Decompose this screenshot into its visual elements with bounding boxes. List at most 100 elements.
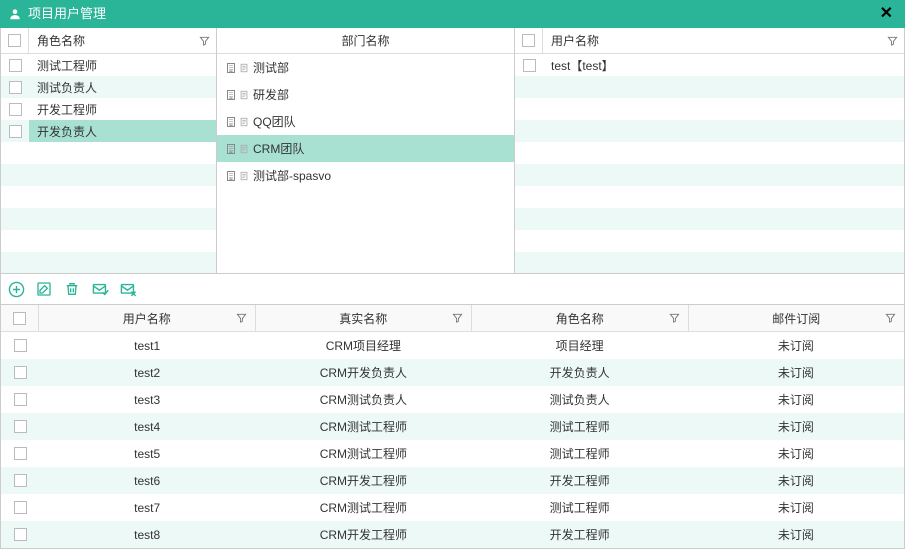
role-row bbox=[1, 208, 216, 230]
role-row-checkbox[interactable] bbox=[9, 103, 22, 116]
role-select-all-checkbox[interactable] bbox=[8, 34, 21, 47]
filter-icon[interactable] bbox=[885, 313, 896, 324]
role-row[interactable]: 开发负责人 bbox=[1, 120, 216, 142]
grid-header: 用户名称 真实名称 角色名称 邮件订阅 bbox=[1, 305, 904, 332]
role-row-checkbox-cell bbox=[1, 142, 29, 164]
grid-cell-mail: 未订阅 bbox=[688, 386, 904, 413]
building-icon bbox=[225, 62, 237, 74]
dept-item-label: CRM团队 bbox=[253, 140, 304, 157]
mail-check-button[interactable] bbox=[91, 280, 109, 298]
top-panels: 角色名称 测试工程师测试负责人开发工程师开发负责人 部门名称 测试部研发部QQ团… bbox=[0, 28, 905, 274]
dept-tree-item[interactable]: QQ团队 bbox=[217, 108, 514, 135]
grid-col-real[interactable]: 真实名称 bbox=[256, 305, 473, 331]
document-icon bbox=[239, 117, 249, 127]
grid-row-checkbox[interactable] bbox=[14, 420, 27, 433]
filter-icon[interactable] bbox=[199, 35, 210, 46]
document-icon bbox=[239, 144, 249, 154]
role-row[interactable]: 测试工程师 bbox=[1, 54, 216, 76]
role-header-label-cell[interactable]: 角色名称 bbox=[29, 28, 216, 53]
window-titlebar: 项目用户管理 ✕ bbox=[0, 0, 905, 28]
table-row[interactable]: test8CRM开发工程师开发工程师未订阅 bbox=[1, 521, 904, 548]
grid-cell-mail: 未订阅 bbox=[688, 440, 904, 467]
grid-cell-mail: 未订阅 bbox=[688, 413, 904, 440]
grid-row-checkbox[interactable] bbox=[14, 474, 27, 487]
user-row bbox=[515, 98, 904, 120]
grid-row-checkbox-cell bbox=[1, 386, 39, 413]
grid-row-checkbox[interactable] bbox=[14, 447, 27, 460]
role-header-label: 角色名称 bbox=[37, 32, 85, 49]
grid-cell-role: 测试工程师 bbox=[472, 494, 688, 521]
role-list: 测试工程师测试负责人开发工程师开发负责人 bbox=[1, 54, 216, 273]
grid-row-checkbox[interactable] bbox=[14, 501, 27, 514]
add-button[interactable] bbox=[7, 280, 25, 298]
dept-tree-item[interactable]: 测试部 bbox=[217, 54, 514, 81]
grid-row-checkbox-cell bbox=[1, 521, 39, 548]
dept-tree-item[interactable]: 研发部 bbox=[217, 81, 514, 108]
user-row[interactable]: test【test】 bbox=[515, 54, 904, 76]
role-row-checkbox-cell bbox=[1, 164, 29, 186]
user-row bbox=[515, 120, 904, 142]
window-title: 项目用户管理 bbox=[28, 0, 876, 28]
grid-row-checkbox[interactable] bbox=[14, 528, 27, 541]
role-row-label bbox=[29, 230, 216, 252]
role-row bbox=[1, 142, 216, 164]
table-row[interactable]: test3CRM测试负责人测试负责人未订阅 bbox=[1, 386, 904, 413]
filter-icon[interactable] bbox=[452, 313, 463, 324]
user-row-checkbox-cell bbox=[515, 186, 543, 208]
role-row-checkbox-cell bbox=[1, 252, 29, 273]
user-header-label-cell[interactable]: 用户名称 bbox=[543, 28, 904, 53]
grid-cell-mail: 未订阅 bbox=[688, 467, 904, 494]
grid-row-checkbox-cell bbox=[1, 332, 39, 359]
role-row-label: 开发负责人 bbox=[29, 120, 216, 142]
grid-row-checkbox[interactable] bbox=[14, 366, 27, 379]
dept-tree-item[interactable]: 测试部-spasvo bbox=[217, 162, 514, 189]
table-row[interactable]: test1CRM项目经理项目经理未订阅 bbox=[1, 332, 904, 359]
table-row[interactable]: test6CRM开发工程师开发工程师未订阅 bbox=[1, 467, 904, 494]
user-row-checkbox[interactable] bbox=[523, 59, 536, 72]
grid-cell-role: 开发工程师 bbox=[472, 467, 688, 494]
grid-row-checkbox[interactable] bbox=[14, 339, 27, 352]
grid-select-all-checkbox[interactable] bbox=[13, 312, 26, 325]
grid-cell-real: CRM开发工程师 bbox=[255, 467, 471, 494]
role-row bbox=[1, 186, 216, 208]
grid-row-checkbox[interactable] bbox=[14, 393, 27, 406]
role-row-label bbox=[29, 164, 216, 186]
document-icon bbox=[239, 90, 249, 100]
user-list: test【test】 bbox=[515, 54, 904, 273]
role-row-checkbox[interactable] bbox=[9, 81, 22, 94]
dept-panel-header: 部门名称 bbox=[217, 28, 514, 54]
role-row-checkbox-cell bbox=[1, 54, 29, 76]
filter-icon[interactable] bbox=[887, 35, 898, 46]
user-row bbox=[515, 164, 904, 186]
user-select-all-checkbox[interactable] bbox=[522, 34, 535, 47]
dept-tree-item[interactable]: CRM团队 bbox=[217, 135, 514, 162]
role-row-checkbox[interactable] bbox=[9, 59, 22, 72]
role-row-checkbox-cell bbox=[1, 98, 29, 120]
user-row-label: test【test】 bbox=[543, 54, 904, 76]
table-row[interactable]: test2CRM开发负责人开发负责人未订阅 bbox=[1, 359, 904, 386]
table-row[interactable]: test5CRM测试工程师测试工程师未订阅 bbox=[1, 440, 904, 467]
table-row[interactable]: test7CRM测试工程师测试工程师未订阅 bbox=[1, 494, 904, 521]
edit-button[interactable] bbox=[35, 280, 53, 298]
grid-cell-mail: 未订阅 bbox=[688, 359, 904, 386]
delete-button[interactable] bbox=[63, 280, 81, 298]
close-icon[interactable]: ✕ bbox=[876, 0, 897, 28]
grid-cell-real: CRM测试工程师 bbox=[255, 413, 471, 440]
role-row[interactable]: 开发工程师 bbox=[1, 98, 216, 120]
grid-col-mail[interactable]: 邮件订阅 bbox=[689, 305, 905, 331]
table-row[interactable]: test4CRM测试工程师测试工程师未订阅 bbox=[1, 413, 904, 440]
user-panel-header: 用户名称 bbox=[515, 28, 904, 54]
filter-icon[interactable] bbox=[236, 313, 247, 324]
grid-col-user[interactable]: 用户名称 bbox=[39, 305, 256, 331]
grid-cell-real: CRM测试工程师 bbox=[255, 440, 471, 467]
dept-header-label-cell[interactable]: 部门名称 bbox=[217, 28, 514, 53]
role-row[interactable]: 测试负责人 bbox=[1, 76, 216, 98]
grid-col-role[interactable]: 角色名称 bbox=[472, 305, 689, 331]
mail-cancel-button[interactable] bbox=[119, 280, 137, 298]
grid-cell-real: CRM开发工程师 bbox=[255, 521, 471, 548]
grid-cell-mail: 未订阅 bbox=[688, 521, 904, 548]
role-row-checkbox[interactable] bbox=[9, 125, 22, 138]
filter-icon[interactable] bbox=[669, 313, 680, 324]
grid-cell-role: 测试工程师 bbox=[472, 440, 688, 467]
dept-item-label: 测试部-spasvo bbox=[253, 167, 331, 184]
